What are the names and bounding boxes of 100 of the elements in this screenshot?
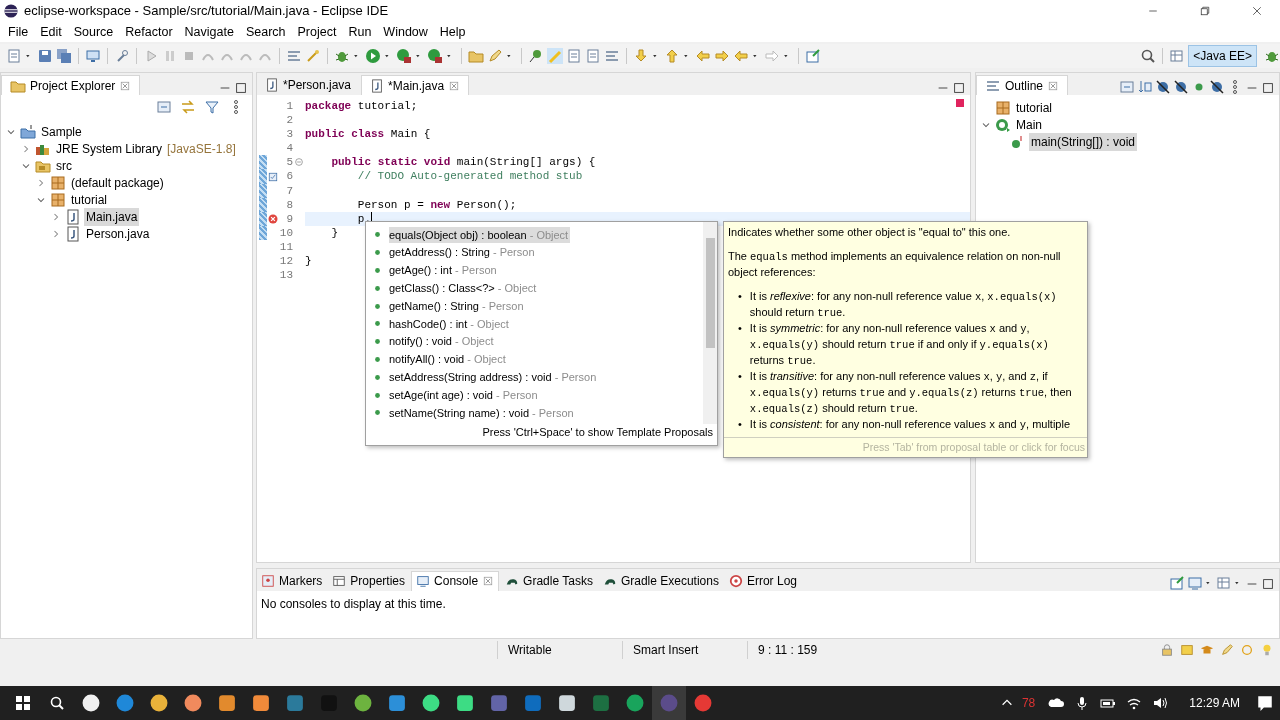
filter-icon[interactable] xyxy=(204,99,220,115)
scrollbar[interactable] xyxy=(703,222,717,424)
tree-item[interactable]: Sample xyxy=(39,122,84,141)
taskbar-app-icon[interactable] xyxy=(252,694,270,712)
completion-item[interactable]: getClass() : Class<?> - Object xyxy=(366,279,703,298)
graduation-cap-icon[interactable] xyxy=(1200,643,1214,657)
menu-item[interactable]: Edit xyxy=(34,22,68,42)
open-console-icon[interactable] xyxy=(1216,574,1232,591)
view-tab[interactable]: Gradle Executions xyxy=(598,570,723,591)
external-window-icon[interactable] xyxy=(805,48,821,64)
close-icon[interactable] xyxy=(482,575,495,588)
run-external-icon[interactable] xyxy=(396,48,412,64)
pencil-icon[interactable] xyxy=(487,48,503,64)
perspective-button[interactable]: <Java EE> xyxy=(1188,45,1257,67)
search-icon[interactable] xyxy=(1140,48,1157,64)
menu-item[interactable]: Refactor xyxy=(119,22,179,42)
maximize-icon[interactable] xyxy=(234,81,248,95)
link-editor-icon[interactable] xyxy=(180,99,196,115)
completion-item[interactable]: getAddress() : String - Person xyxy=(366,243,703,262)
circle-icon[interactable] xyxy=(1240,643,1254,657)
completion-item[interactable]: notify() : void - Object xyxy=(366,332,703,351)
up-arrow-icon[interactable] xyxy=(664,48,680,64)
save-all-icon[interactable] xyxy=(56,48,72,64)
hide-static-icon[interactable] xyxy=(1173,79,1189,95)
lines-icon[interactable] xyxy=(604,48,620,64)
view-tab[interactable]: Console xyxy=(411,570,500,591)
tree-item[interactable]: (default package) xyxy=(69,173,166,192)
tree-item[interactable]: Main.java xyxy=(84,207,140,226)
editor-tab[interactable]: *Main.java xyxy=(361,75,470,95)
completion-item[interactable]: getName() : String - Person xyxy=(366,297,703,315)
tree-item[interactable]: Main xyxy=(1014,115,1044,134)
right-arrow-icon[interactable] xyxy=(714,48,730,64)
close-icon[interactable] xyxy=(1047,79,1060,92)
error-overview-marker[interactable] xyxy=(956,99,964,107)
maximize-icon[interactable] xyxy=(952,81,966,95)
new-document-icon[interactable] xyxy=(6,48,22,64)
completion-item[interactable]: getAge() : int - Person xyxy=(366,261,703,280)
close-icon[interactable] xyxy=(119,79,132,92)
save-icon[interactable] xyxy=(37,48,53,64)
view-tab[interactable]: Outline xyxy=(976,75,1069,95)
taskbar-app-icon[interactable] xyxy=(422,694,440,712)
open-perspective-icon[interactable] xyxy=(1169,48,1186,64)
hide-fields-icon[interactable] xyxy=(1155,79,1171,95)
menu-item[interactable]: Window xyxy=(377,22,434,42)
taskbar-app-icon[interactable] xyxy=(354,694,372,712)
menu-item[interactable]: Run xyxy=(342,22,378,42)
tree-item[interactable]: tutorial xyxy=(69,190,110,209)
completion-item[interactable]: setName(String name) : void - Person xyxy=(366,403,703,422)
editor-tab[interactable]: *Person.java xyxy=(257,75,360,95)
menu-item[interactable]: Navigate xyxy=(178,22,240,42)
pin-icon[interactable] xyxy=(528,48,544,64)
tree-item[interactable]: main(String[]) : void xyxy=(1029,132,1138,151)
completion-item[interactable]: notifyAll() : void - Object xyxy=(366,350,703,369)
view-tab[interactable]: Gradle Tasks xyxy=(501,570,597,591)
view-tab[interactable]: Properties xyxy=(328,570,410,591)
completion-item[interactable]: setAge(int age) : void - Person xyxy=(366,386,703,404)
menu-item[interactable]: Project xyxy=(291,22,343,42)
view-tab[interactable]: Markers xyxy=(257,570,327,591)
down-arrow-icon[interactable] xyxy=(633,48,649,64)
run-coverage-icon[interactable] xyxy=(427,48,443,64)
taskbar-app-icon[interactable] xyxy=(456,694,474,712)
collapse-all-icon[interactable] xyxy=(1119,79,1135,95)
menu-item[interactable]: Source xyxy=(67,22,120,42)
monitor-icon[interactable] xyxy=(85,48,101,64)
document-icon[interactable] xyxy=(566,48,582,64)
maximize-icon[interactable] xyxy=(1261,81,1275,95)
menu-item[interactable]: File xyxy=(2,22,35,42)
restore-icon[interactable] xyxy=(1199,5,1211,17)
menu-item[interactable]: Search xyxy=(239,22,292,42)
menu-item[interactable]: Help xyxy=(433,22,472,42)
taskbar-app-icon[interactable] xyxy=(558,694,576,712)
lines-icon[interactable] xyxy=(286,48,302,64)
collapse-all-icon[interactable] xyxy=(156,99,172,115)
forward-arrow-icon[interactable] xyxy=(764,48,780,64)
tree-item[interactable]: src xyxy=(54,156,74,175)
taskbar-app-icon[interactable] xyxy=(82,694,100,712)
run-icon[interactable] xyxy=(365,48,381,64)
windows-logo-icon[interactable] xyxy=(15,695,31,711)
tree-item[interactable]: JRE System Library xyxy=(54,139,165,158)
completion-item[interactable]: setAddress(String address) : void - Person xyxy=(366,368,703,387)
pencil-icon[interactable] xyxy=(1220,643,1234,657)
tree-item[interactable]: Person.java xyxy=(84,224,152,243)
back-arrow-icon[interactable] xyxy=(733,48,749,64)
document-icon[interactable] xyxy=(585,48,601,64)
taskbar-app-icon[interactable] xyxy=(150,694,168,712)
wand-icon[interactable] xyxy=(305,48,321,64)
taskbar-app-icon[interactable] xyxy=(218,694,236,712)
completion-item[interactable]: hashCode() : int - Object xyxy=(366,315,703,333)
search-icon[interactable] xyxy=(49,695,65,711)
display-console-icon[interactable] xyxy=(1187,574,1203,591)
pin-console-icon[interactable] xyxy=(1169,574,1185,591)
left-arrow-icon[interactable] xyxy=(695,48,711,64)
hide-local-icon[interactable] xyxy=(1209,79,1225,95)
fold-toggle-icon[interactable] xyxy=(293,156,305,169)
open-folder-icon[interactable] xyxy=(468,48,484,64)
view-tab[interactable]: Project Explorer xyxy=(1,75,141,95)
view-tab[interactable]: Error Log xyxy=(724,570,801,591)
tree-item[interactable]: tutorial xyxy=(1014,98,1055,117)
close-icon[interactable] xyxy=(448,79,461,92)
clock-time[interactable]: 12:29 AM xyxy=(1189,694,1240,712)
